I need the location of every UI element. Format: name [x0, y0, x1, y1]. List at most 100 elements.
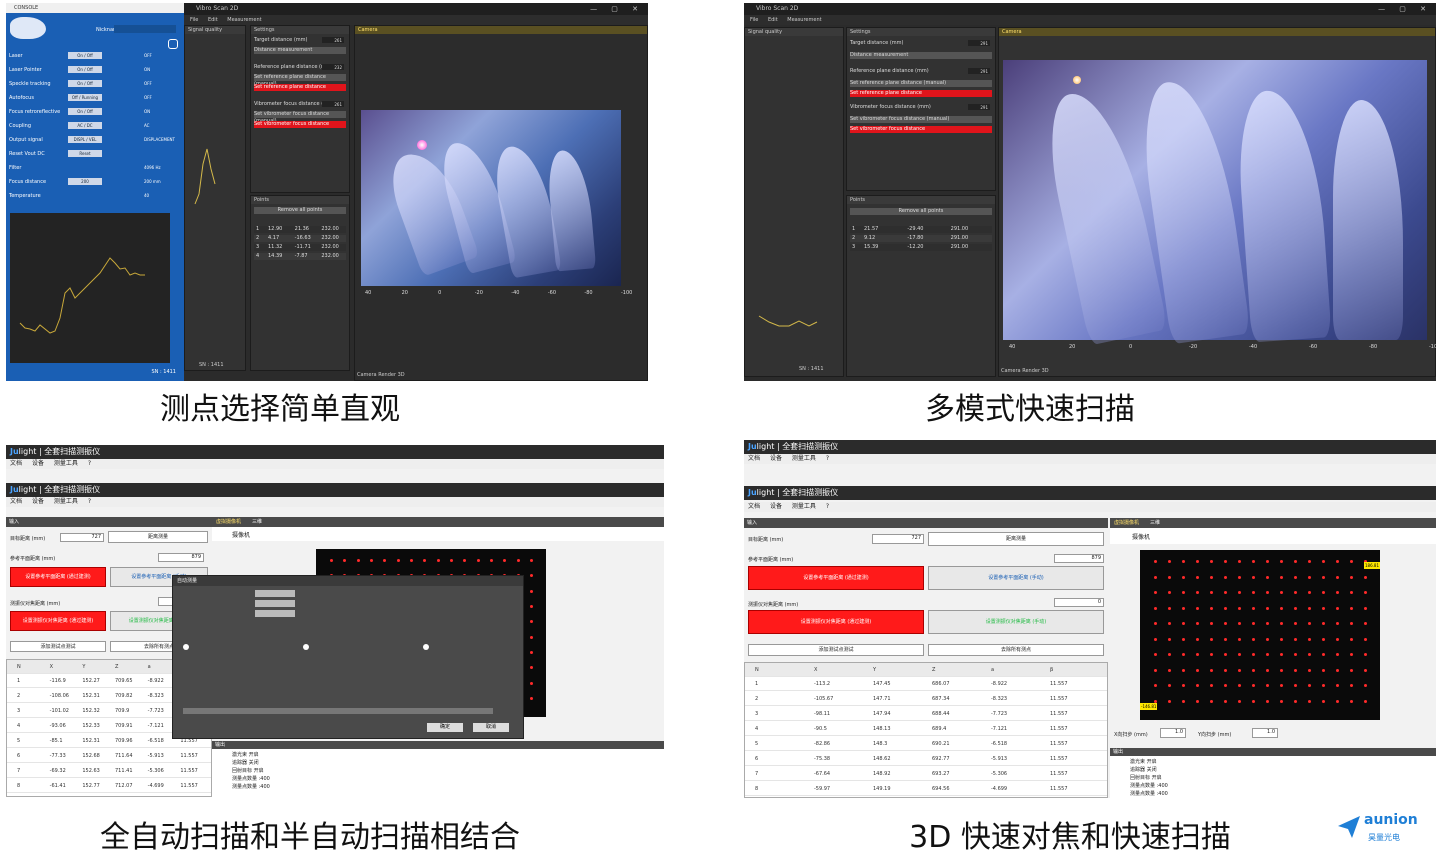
set-vib-button-2[interactable]: Set vibrometer focus distance: [850, 126, 992, 133]
console-row-button[interactable]: AC / DC: [68, 122, 102, 129]
set-vib-auto-button-2[interactable]: 设置测振仪对焦距离 (通过建测): [748, 610, 924, 634]
column-header[interactable]: Z: [932, 667, 935, 673]
set-vib-button[interactable]: Set vibrometer focus distance: [254, 121, 346, 128]
tab-3d-2[interactable]: 三维: [1150, 519, 1160, 526]
dialog-radio-1[interactable]: [183, 644, 189, 650]
set-vib-manual-button-j2[interactable]: 设置测振仪对焦距离 (手动): [928, 610, 1104, 634]
target-distance-input-2[interactable]: 727: [872, 534, 924, 544]
dialog-field-2[interactable]: [255, 600, 295, 607]
menu2-device-2[interactable]: 设备: [770, 503, 782, 510]
points-row[interactable]: 1 12.90 21.36 232.00: [254, 226, 346, 233]
menu2-help-2[interactable]: ?: [826, 503, 829, 510]
vib-focus-value[interactable]: 261: [322, 101, 344, 107]
column-header[interactable]: β: [1050, 667, 1053, 673]
distance-measurement-button-2[interactable]: Distance measurement: [850, 52, 992, 59]
column-header[interactable]: X: [814, 667, 817, 673]
points-row[interactable]: 1 21.57 -29.40 291.00: [850, 226, 992, 233]
camera-tabs-2[interactable]: Camera Render 3D: [1001, 368, 1049, 374]
ref-plane-input-2[interactable]: 879: [1054, 554, 1104, 563]
points-row[interactable]: 3 15.39 -12.20 291.00: [850, 244, 992, 251]
ref-plane-input[interactable]: 879: [158, 553, 204, 562]
set-ref-manual-button[interactable]: Set reference plane distance (manual): [254, 74, 346, 87]
y-step-input[interactable]: 1.0: [1252, 728, 1278, 738]
column-header[interactable]: N: [755, 667, 759, 673]
menu2-file[interactable]: File: [750, 17, 758, 23]
menu-edit[interactable]: Edit: [208, 17, 218, 23]
menu2-doc-2[interactable]: 文档: [748, 503, 760, 510]
menu-doc[interactable]: 文档: [10, 460, 22, 467]
table-row[interactable]: 1 -113.2 147.45 686.07 -8.922 11.557: [745, 677, 1107, 691]
set-vib-manual-button-2[interactable]: Set vibrometer focus distance (manual): [850, 116, 992, 123]
points-row[interactable]: 2 9.12 -17.80 291.00: [850, 235, 992, 242]
column-header[interactable]: a: [148, 664, 151, 670]
set-ref-auto-button[interactable]: 设置参考平面距离 (通过建测): [10, 567, 106, 587]
menu2-tools[interactable]: 测量工具: [792, 455, 816, 462]
set-vib-auto-button[interactable]: 设置测振仪对焦距离 (通过建测): [10, 611, 106, 631]
tab-3d[interactable]: 三维: [252, 518, 262, 525]
console-row-button[interactable]: On / Off: [68, 66, 102, 73]
remove-all-points-button-2[interactable]: 去除所有测点: [928, 644, 1104, 656]
camera-tabs[interactable]: Camera Render 3D: [357, 372, 405, 378]
table-row[interactable]: 7 -67.64 148.92 693.27 -5.306 11.557: [745, 767, 1107, 781]
console-row-button[interactable]: Off / Running: [68, 94, 102, 101]
menu2-device[interactable]: 设备: [770, 455, 782, 462]
table-row[interactable]: 8 -59.97 149.19 694.56 -4.699 11.557: [745, 782, 1107, 796]
menu-help[interactable]: ?: [88, 460, 91, 467]
menu2-edit[interactable]: Edit: [768, 17, 778, 23]
distance-measurement-button[interactable]: Distance measurement: [254, 47, 346, 54]
table-row[interactable]: 6 -77.33 152.68 711.64 -5.913 11.557: [7, 749, 211, 763]
table-row[interactable]: 5 -82.86 148.3 690.21 -6.518 11.557: [745, 737, 1107, 751]
menu2-doc[interactable]: 文档: [748, 455, 760, 462]
set-ref-button-2[interactable]: Set reference plane distance: [850, 90, 992, 97]
points-row[interactable]: 2 4.17 -16.63 232.00: [254, 235, 346, 242]
table-row[interactable]: 8 -61.41 152.77 712.07 -4.699 11.557: [7, 779, 211, 793]
distance-measure-button-2[interactable]: 距离测量: [928, 532, 1104, 546]
menu2-tools-2[interactable]: 测量工具: [792, 503, 816, 510]
dialog-radio-2[interactable]: [303, 644, 309, 650]
points-row[interactable]: 4 14.39 -7.87 232.00: [254, 253, 346, 260]
target-distance-value[interactable]: 261: [322, 37, 344, 43]
menu-tools-2[interactable]: 测量工具: [54, 498, 78, 505]
table-row[interactable]: 3 -98.11 147.94 688.44 -7.723 11.557: [745, 707, 1107, 721]
menu-doc-2[interactable]: 文档: [10, 498, 22, 505]
set-vib-manual-button[interactable]: Set vibrometer focus distance (manual): [254, 111, 346, 124]
column-header[interactable]: Y: [82, 664, 85, 670]
add-point-button-2[interactable]: 添加测试点测试: [748, 644, 924, 656]
vib-focus-input-2[interactable]: 0: [1054, 598, 1104, 607]
set-ref-auto-button-2[interactable]: 设置参考平面距离 (通过建测): [748, 566, 924, 590]
menu-device[interactable]: 设备: [32, 460, 44, 467]
table-row[interactable]: 6 -75.38 148.62 692.77 -5.913 11.557: [745, 752, 1107, 766]
menu-tools[interactable]: 测量工具: [54, 460, 78, 467]
table-row[interactable]: 2 -105.67 147.71 687.34 -8.323 11.557: [745, 692, 1107, 706]
x-step-input[interactable]: 1.0: [1160, 728, 1186, 738]
dialog-field-3[interactable]: [255, 610, 295, 617]
remove-all-button-2[interactable]: Remove all points: [850, 208, 992, 215]
ref-plane-value[interactable]: 232: [322, 64, 344, 70]
dialog-field-1[interactable]: [255, 590, 295, 597]
menu-measurement[interactable]: Measurement: [227, 17, 261, 23]
column-header[interactable]: N: [17, 664, 21, 670]
remove-all-button[interactable]: Remove all points: [254, 207, 346, 214]
ref-plane-value-2[interactable]: 291: [968, 68, 990, 74]
distance-measure-button[interactable]: 距离测量: [108, 531, 208, 543]
console-row-button[interactable]: On / Off: [68, 80, 102, 87]
console-row-button[interactable]: DISPL / VEL: [68, 136, 102, 143]
menu-help-2[interactable]: ?: [88, 498, 91, 505]
column-header[interactable]: X: [50, 664, 53, 670]
console-row-button[interactable]: Reset: [68, 150, 102, 157]
column-header[interactable]: Y: [873, 667, 876, 673]
table-row[interactable]: 7 -69.32 152.63 711.41 -5.306 11.557: [7, 764, 211, 778]
target-distance-input[interactable]: 727: [60, 533, 104, 542]
instagram-icon[interactable]: [168, 39, 178, 49]
points-row[interactable]: 3 11.32 -11.71 232.00: [254, 244, 346, 251]
table-row[interactable]: 4 -90.5 148.13 689.4 -7.121 11.557: [745, 722, 1107, 736]
menu2-measurement[interactable]: Measurement: [787, 17, 821, 23]
console-row-button[interactable]: 200: [68, 178, 102, 185]
dialog-radio-3[interactable]: [423, 644, 429, 650]
menu-file[interactable]: File: [190, 17, 198, 23]
set-ref-manual-button-2[interactable]: Set reference plane distance (manual): [850, 80, 992, 87]
set-ref-manual-button-j2[interactable]: 设置参考平面距离 (手动): [928, 566, 1104, 590]
menu2-help[interactable]: ?: [826, 455, 829, 462]
console-row-button[interactable]: On / Off: [68, 108, 102, 115]
tab-virtual-camera-2[interactable]: 虚拟摄像机: [1114, 519, 1139, 526]
